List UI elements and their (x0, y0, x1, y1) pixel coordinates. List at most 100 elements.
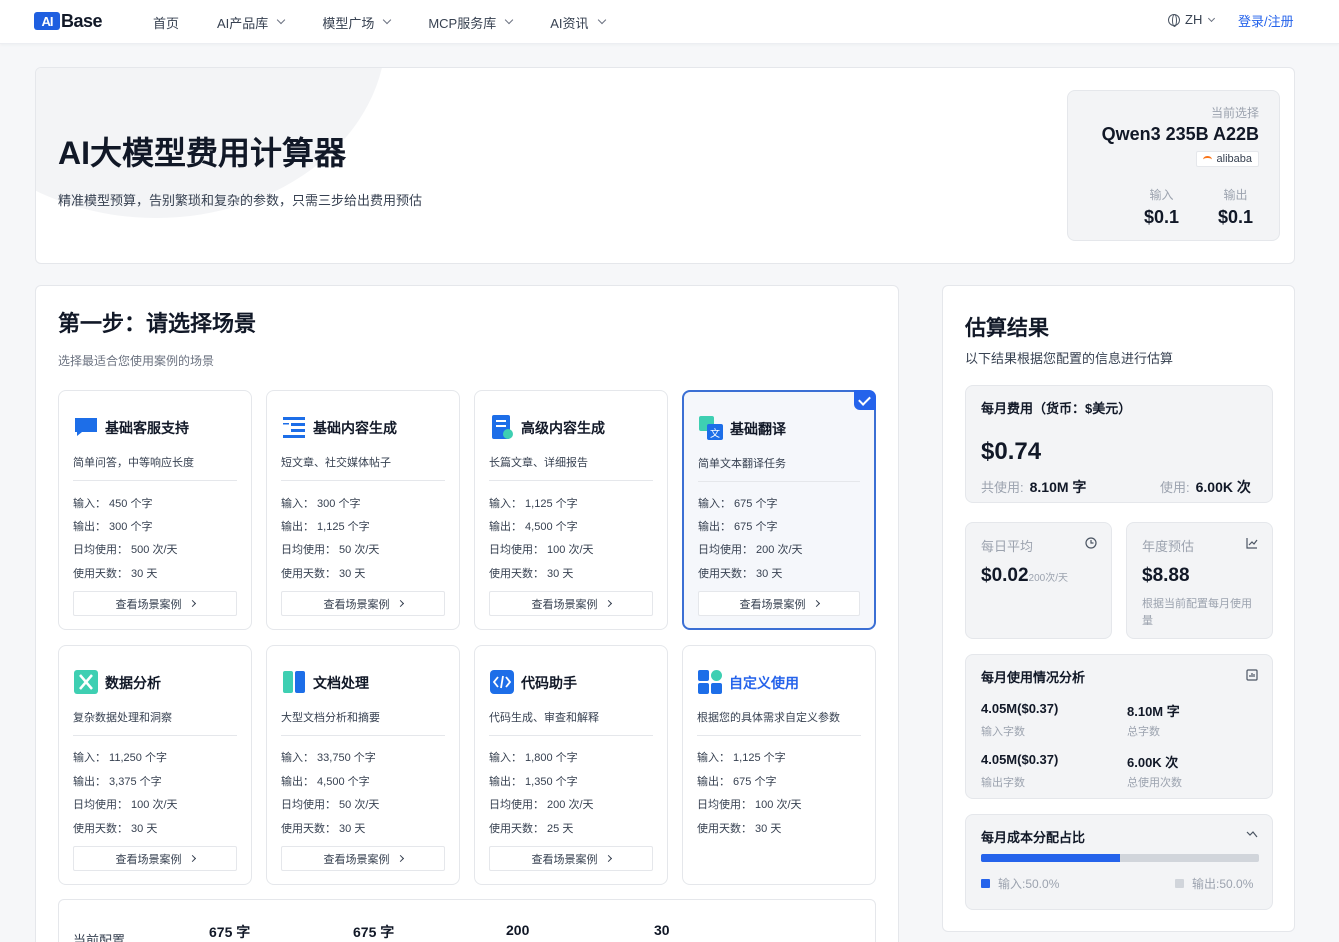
scenario-name: 代码助手 (521, 675, 577, 691)
scenario-card-custom[interactable]: 自定义使用 根据您的具体需求自定义参数 输入： 1,125 个字 输出： 675… (682, 645, 876, 885)
total-uses-label: 总使用次数 (1127, 777, 1182, 789)
divider (698, 481, 860, 482)
nav-home[interactable]: 首页 (153, 13, 179, 32)
daily-average-amount: $0.02 (981, 565, 1029, 586)
text-lines-icon (283, 417, 305, 438)
nav-ai-news[interactable]: AI资讯 (550, 13, 606, 32)
scenario-daily: 日均使用： 50 次/天 (281, 544, 380, 556)
total-usage-label: 共使用: (981, 480, 1024, 495)
scenario-daily: 日均使用： 200 次/天 (489, 799, 594, 811)
view-case-button[interactable]: 查看场景案例 (698, 591, 860, 616)
login-register-link[interactable]: 登录/注册 (1238, 11, 1294, 30)
scenario-output: 输出： 3,375 个字 (73, 776, 162, 788)
scenario-card-advanced-content[interactable]: 高级内容生成 长篇文章、详细报告 输入： 1,125 个字 输出： 4,500 … (474, 390, 668, 630)
total-chars-label: 总字数 (1127, 726, 1160, 738)
scenario-name: 自定义使用 (729, 675, 799, 691)
legend-output-label: 输出:50.0% (1192, 877, 1254, 891)
cost-distribution-input-fill (981, 854, 1120, 862)
chevron-right-icon (604, 599, 612, 608)
scenario-desc: 短文章、社交媒体帖子 (281, 457, 391, 469)
usage-analysis-card: 每月使用情况分析 4.05M($0.37) 输入字数 8.10M 字 总字数 4… (965, 654, 1273, 799)
language-label: ZH (1185, 12, 1203, 27)
chevron-right-icon (188, 854, 196, 863)
yearly-estimate-value: $8.88 (1142, 565, 1190, 586)
scenario-output: 输出： 1,125 个字 (281, 521, 370, 533)
total-chars-value: 8.10M 字 (1127, 704, 1180, 719)
step-title: 第一步：请选择场景 (58, 311, 257, 336)
scenario-days: 使用天数： 30 天 (281, 568, 366, 580)
view-case-label: 查看场景案例 (323, 853, 390, 866)
scenario-card-customer-support[interactable]: 基础客服支持 简单问答，中等响应长度 输入： 450 个字 输出： 300 个字… (58, 390, 252, 630)
globe-icon (1168, 13, 1180, 27)
line-trend-icon (1246, 831, 1258, 838)
scenario-daily: 日均使用： 100 次/天 (489, 544, 594, 556)
current-config-days: 30 (654, 922, 670, 938)
legend-output-swatch (1175, 879, 1184, 888)
nav-mcp-services-label: MCP服务库 (428, 15, 497, 31)
nav-ai-products[interactable]: AI产品库 (217, 13, 286, 32)
results-subtitle: 以下结果根据您配置的信息进行估算 (965, 351, 1174, 366)
yearly-estimate-label: 年度预估 (1142, 539, 1195, 554)
main-nav: 首页 AI产品库 模型广场 MCP服务库 AI资讯 (153, 0, 643, 44)
scenario-days: 使用天数： 30 天 (698, 568, 783, 580)
chevron-down-icon (1208, 14, 1216, 22)
selected-model-name: Qwen3 235B A22B (1101, 124, 1259, 144)
divider (281, 480, 445, 481)
scenario-card-data-analysis[interactable]: 数据分析 复杂数据处理和洞察 输入： 11,250 个字 输出： 3,375 个… (58, 645, 252, 885)
scenario-desc: 大型文档分析和摘要 (281, 712, 380, 724)
scenario-card-translation[interactable]: 文 基础翻译 简单文本翻译任务 输入： 675 个字 输出： 675 个字 日均… (682, 390, 876, 630)
total-usage-value: 8.10M 字 (1029, 479, 1087, 495)
scenario-output: 输出： 300 个字 (73, 521, 153, 533)
top-navbar: AI Base 首页 AI产品库 模型广场 MCP服务库 AI资讯 ZH 登录/… (0, 0, 1339, 44)
view-case-label: 查看场景案例 (531, 853, 598, 866)
legend-input-label: 输入:50.0% (998, 877, 1060, 891)
scenario-card-basic-content[interactable]: 基础内容生成 短文章、社交媒体帖子 输入： 300 个字 输出： 1,125 个… (266, 390, 460, 630)
view-case-button[interactable]: 查看场景案例 (281, 846, 445, 871)
nav-mcp-services[interactable]: MCP服务库 (428, 13, 514, 32)
hero-banner: AI大模型费用计算器 精准模型预算，告别繁琐和复杂的参数，只需三步给出费用预估 … (35, 67, 1295, 264)
scenario-card-document[interactable]: 文档处理 大型文档分析和摘要 输入： 33,750 个字 输出： 4,500 个… (266, 645, 460, 885)
scenario-input: 输入： 1,125 个字 (489, 498, 578, 510)
view-case-button[interactable]: 查看场景案例 (73, 846, 237, 871)
scenario-input: 输入： 1,800 个字 (489, 752, 578, 764)
output-chars-label: 输出字数 (981, 777, 1025, 789)
divider (73, 480, 237, 481)
scenario-input: 输入： 300 个字 (281, 498, 361, 510)
scenario-daily: 日均使用： 50 次/天 (281, 799, 380, 811)
current-model-card[interactable]: 当前选择 Qwen3 235B A22B alibaba 输入 $0.1 输出 … (1067, 90, 1280, 241)
language-switcher[interactable]: ZH (1168, 12, 1216, 27)
scenario-input: 输入： 1,125 个字 (697, 752, 786, 764)
legend-output: 输出:50.0% (1175, 875, 1253, 892)
divider (489, 735, 653, 736)
view-case-button[interactable]: 查看场景案例 (281, 591, 445, 616)
svg-text:文: 文 (710, 427, 720, 440)
output-price-block: 输出 $0.1 (1218, 186, 1253, 228)
site-logo[interactable]: AI Base (34, 10, 103, 32)
scenario-input: 输入： 11,250 个字 (73, 752, 167, 764)
scenario-output: 输出： 675 个字 (697, 776, 777, 788)
scenario-card-code[interactable]: 代码助手 代码生成、审查和解释 输入： 1,800 个字 输出： 1,350 个… (474, 645, 668, 885)
output-chars-value: 4.05M($0.37) (981, 752, 1059, 767)
yearly-estimate-note: 根据当前配置每月使用量 (1142, 598, 1252, 627)
divider (489, 480, 653, 481)
nav-model-square[interactable]: 模型广场 (322, 13, 392, 32)
view-case-button[interactable]: 查看场景案例 (489, 591, 653, 616)
view-case-button[interactable]: 查看场景案例 (489, 846, 653, 871)
usage-analysis-head: 每月使用情况分析 (981, 670, 1086, 685)
cost-distribution-head: 每月成本分配占比 (981, 830, 1086, 845)
current-config-input: 675 字 (209, 924, 251, 940)
nav-home-label: 首页 (153, 15, 180, 31)
view-case-button[interactable]: 查看场景案例 (73, 591, 237, 616)
legend-input-swatch (981, 879, 990, 888)
logo-mark: AI (34, 12, 60, 30)
scenario-desc: 根据您的具体需求自定义参数 (697, 712, 840, 724)
nav-ai-products-label: AI产品库 (217, 15, 269, 31)
vendor-name: alibaba (1216, 153, 1252, 165)
output-price-value: $0.1 (1218, 207, 1254, 227)
monthly-cost-card: 每月费用（货币：$美元） $0.74 共使用: 8.10M 字 使用: 6.00K … (965, 385, 1273, 503)
yearly-estimate-card: 年度预估 $8.88 根据当前配置每月使用量 (1126, 522, 1273, 639)
chevron-down-icon (277, 15, 286, 25)
scenario-input: 输入： 33,750 个字 (281, 752, 376, 764)
scenario-input: 输入： 675 个字 (698, 498, 778, 510)
document-star-icon (492, 415, 513, 439)
